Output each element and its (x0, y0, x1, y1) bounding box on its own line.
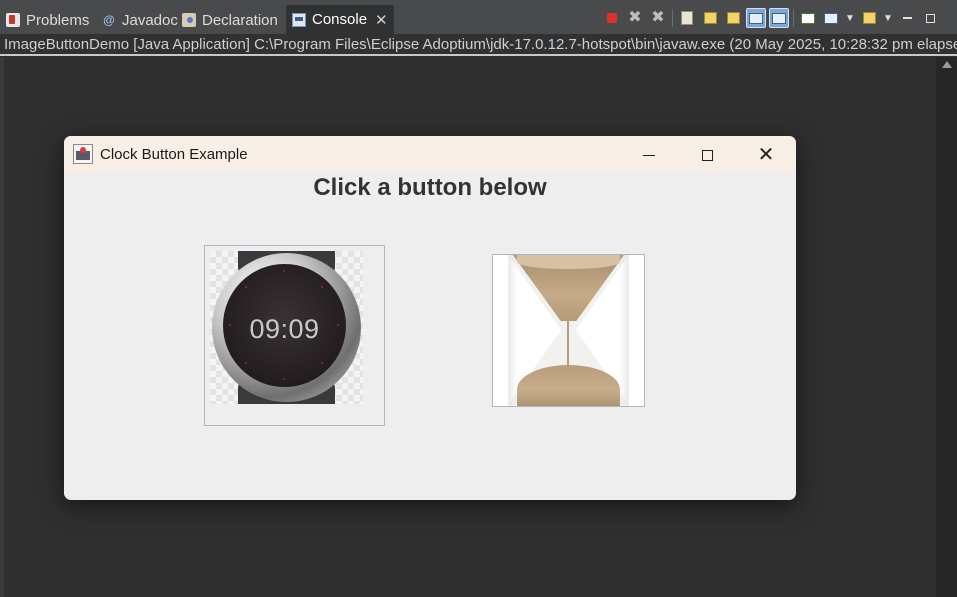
tab-problems[interactable]: Problems (6, 6, 89, 34)
hourglass-shading-right (619, 255, 629, 406)
tab-declaration[interactable]: Declaration (182, 6, 278, 34)
problems-icon (6, 13, 20, 27)
tab-label: Declaration (202, 11, 278, 29)
javadoc-icon: @ (103, 13, 115, 27)
remove-all-icon: ✖ (651, 9, 665, 26)
tab-label: Problems (26, 11, 90, 29)
watch-time-display: 09:09 (249, 314, 320, 344)
open-console-button[interactable] (859, 8, 879, 28)
view-tab-bar: Problems @ Javadoc Declaration Console ✕… (0, 0, 957, 34)
tab-label: Javadoc (122, 11, 178, 29)
stop-icon (607, 13, 617, 23)
pin-console-button[interactable] (798, 8, 818, 28)
watch-tick (283, 270, 285, 272)
stdout-icon (749, 12, 763, 24)
close-icon: ✕ (757, 144, 775, 166)
tab-console[interactable]: Console ✕ (286, 5, 394, 34)
hourglass-shading-left (508, 255, 518, 406)
stderr-icon (772, 12, 786, 24)
minimize-icon (902, 17, 912, 19)
hourglass-image (493, 255, 644, 406)
clear-icon (681, 11, 693, 25)
tab-label: Console (312, 11, 368, 28)
pin-icon (801, 12, 815, 24)
hourglass-button[interactable] (492, 254, 645, 407)
console-icon (292, 12, 306, 27)
heading-label: Click a button below (313, 174, 547, 201)
clear-console-button[interactable] (677, 8, 697, 28)
terminate-button[interactable] (602, 8, 622, 28)
scroll-up-arrow-icon[interactable] (942, 61, 952, 68)
minimize-view-button[interactable] (897, 8, 917, 28)
java-app-icon (73, 144, 93, 164)
watch-tick (245, 362, 247, 364)
hourglass-sand-top-surface (517, 255, 620, 269)
display-selected-console-button[interactable] (821, 8, 841, 28)
remove-launch-button[interactable]: ✖ (625, 8, 645, 28)
maximize-icon (925, 13, 935, 23)
display-console-icon (824, 12, 838, 24)
scroll-lock-icon (703, 12, 717, 24)
watch-image: 09:09 (210, 251, 363, 404)
hourglass-sand-stream (567, 319, 569, 367)
show-console-stderr-button[interactable] (769, 8, 789, 28)
declaration-icon (182, 13, 196, 27)
maximize-button[interactable] (684, 142, 730, 168)
close-tab-icon[interactable]: ✕ (375, 11, 388, 29)
tab-javadoc[interactable]: @ Javadoc (102, 6, 178, 34)
watch-tick (283, 378, 285, 380)
open-console-dropdown[interactable]: ▼ (882, 8, 894, 28)
toolbar-separator (672, 9, 673, 27)
remove-icon: ✖ (628, 9, 642, 26)
minimize-button[interactable] (626, 142, 672, 168)
chevron-down-icon: ▼ (883, 12, 893, 24)
display-console-dropdown[interactable]: ▼ (844, 8, 856, 28)
maximize-icon (701, 149, 713, 161)
watch-face: 09:09 (223, 264, 346, 387)
close-button[interactable]: ✕ (743, 142, 789, 168)
vertical-scrollbar[interactable] (936, 57, 957, 597)
chevron-down-icon: ▼ (845, 12, 855, 24)
toolbar-separator (793, 9, 794, 27)
window-title: Clock Button Example (100, 146, 248, 163)
word-wrap-icon (726, 12, 740, 24)
watch-tick (245, 286, 247, 288)
clock-button[interactable]: 09:09 (204, 245, 385, 426)
show-console-stdout-button[interactable] (746, 8, 766, 28)
clock-button-window: Clock Button Example ✕ Click a button be… (64, 136, 796, 500)
word-wrap-button[interactable] (723, 8, 743, 28)
window-titlebar[interactable]: Clock Button Example ✕ (64, 136, 796, 173)
hourglass-sand-bottom (517, 365, 620, 406)
console-process-label: ImageButtonDemo [Java Application] C:\Pr… (0, 34, 957, 56)
console-toolbar: ✖ ✖ ▼ ▼ (602, 7, 943, 29)
watch-tick (321, 362, 323, 364)
maximize-view-button[interactable] (920, 8, 940, 28)
open-console-icon (862, 12, 876, 24)
watch-tick (321, 286, 323, 288)
scroll-lock-button[interactable] (700, 8, 720, 28)
remove-all-terminated-button[interactable]: ✖ (648, 8, 668, 28)
minimize-icon (643, 154, 655, 156)
